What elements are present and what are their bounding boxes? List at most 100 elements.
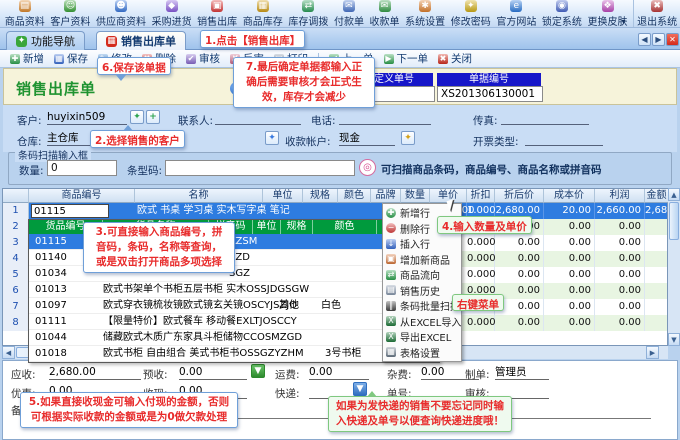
skin-icon: ❖ xyxy=(601,0,614,12)
menu-item-销售出库[interactable]: ▣ 销售出库 xyxy=(194,0,240,28)
barcode-search-icon[interactable]: ◎ xyxy=(359,159,376,176)
tab-close-icon[interactable]: ✕ xyxy=(666,33,679,46)
dropdown-color-cell: 白色 xyxy=(321,300,341,311)
grid-vscrollbar[interactable]: ▲ ▼ xyxy=(668,188,680,346)
tab-scroll-left-icon[interactable]: ◀ xyxy=(638,33,651,46)
summary-field-value[interactable]: 0.00 xyxy=(309,366,369,380)
customer-input[interactable]: huyixin509 xyxy=(47,111,127,125)
grid-column-header[interactable]: 单位 xyxy=(263,189,303,203)
account-search-icon[interactable]: ✦ xyxy=(265,131,279,145)
grid-column-header[interactable]: 折后价 xyxy=(495,189,544,203)
close-form-icon: ✖ xyxy=(438,53,448,64)
scroll-left-icon[interactable]: ◀ xyxy=(2,346,15,359)
grid-column-header[interactable]: 品牌 xyxy=(371,189,401,203)
grid-column-header[interactable]: 名称 xyxy=(135,189,263,203)
zero-cell: 0.00 xyxy=(595,299,645,315)
menu-item-收款单[interactable]: ✉ 收款单 xyxy=(367,0,403,28)
context-menu-item-商品流向[interactable]: ⇄ 商品流向 xyxy=(383,267,461,283)
menu-item-库存调拨[interactable]: ⇄ 库存调拨 xyxy=(286,0,332,28)
callout-step4: 4.输入数量及单价 xyxy=(437,216,532,234)
scroll-up-icon[interactable]: ▲ xyxy=(668,188,680,201)
dropdown-column-header: 颜色 xyxy=(313,220,377,234)
summary-field-value[interactable]: 管理员 xyxy=(495,366,549,380)
下一单-button[interactable]: ▶ 下一单 xyxy=(380,50,433,67)
tab-function-nav[interactable]: ✦ 功能导航 xyxy=(6,31,85,50)
barcode-qty-input[interactable]: 0 xyxy=(47,160,117,176)
dropdown-unit-cell: 其他 xyxy=(279,300,299,311)
menu-item-系统设置[interactable]: ✱ 系统设置 xyxy=(402,0,448,28)
grid-column-header[interactable]: 利润 xyxy=(595,189,645,203)
grid-column-header[interactable]: 颜色 xyxy=(338,189,371,203)
grid-column-header[interactable]: 折扣 xyxy=(467,189,495,203)
vscroll-thumb[interactable] xyxy=(669,202,679,240)
callout-step2: 2.选择销售的客户 xyxy=(90,125,185,148)
menu-item-官方网站[interactable]: e 官方网站 xyxy=(494,0,540,28)
header-field-input[interactable]: XS201306130001 xyxy=(437,86,543,102)
tab-scroll-right-icon[interactable]: ▶ xyxy=(652,33,665,46)
cash-picker-icon[interactable]: ✦ xyxy=(401,131,415,145)
transfer-icon: ⇄ xyxy=(302,0,315,12)
barcode-code-input[interactable] xyxy=(165,160,355,176)
grid-column-header[interactable]: 规格 xyxy=(303,189,338,203)
关闭-button[interactable]: ✖ 关闭 xyxy=(434,50,476,67)
save-icon: ▦ xyxy=(54,53,64,64)
grid-column-header[interactable] xyxy=(3,189,29,203)
summary-field-label: 制单: xyxy=(465,369,490,381)
context-menu-item-导出EXCEL[interactable]: X 导出EXCEL xyxy=(383,329,461,345)
grid-column-header[interactable]: 成本价 xyxy=(544,189,595,203)
menu-item-label: 采购进货 xyxy=(151,16,192,28)
保存-button[interactable]: ▦ 保存 xyxy=(50,50,92,67)
zero-cell: 0.00 xyxy=(544,219,595,235)
menu-item-更换皮肤[interactable]: ❖ 更换皮肤 ▾ xyxy=(585,0,631,28)
新增-button[interactable]: ✚ 新增 xyxy=(6,50,48,67)
customer-search-icon[interactable]: ✦ xyxy=(130,110,144,124)
menu-item-label: 官方网站 xyxy=(496,16,537,28)
审核-button[interactable]: ✔ 审核 xyxy=(182,50,224,67)
menu-item-商品库存[interactable]: ▦ 商品库存 xyxy=(240,0,286,28)
account-input[interactable]: 现金 xyxy=(339,132,395,146)
scroll-down-icon[interactable]: ▼ xyxy=(668,333,680,346)
menu-item-label: 库存调拨 xyxy=(288,16,329,28)
menu-item-锁定系统[interactable]: ◉ 锁定系统 xyxy=(539,0,585,28)
excel-export-icon: X xyxy=(386,331,396,342)
row-number: 8 xyxy=(3,315,29,331)
menu-item-退出系统[interactable]: ✖ 退出系统 xyxy=(633,0,680,28)
grid-column-header[interactable]: 商品编号 xyxy=(29,189,135,203)
sales-out-icon: ▣ xyxy=(211,0,224,12)
menu-item-label: 收款单 xyxy=(369,16,400,28)
grid-column-header[interactable]: 金额 xyxy=(645,189,669,203)
summary-field-value[interactable]: 0.00 xyxy=(179,366,247,380)
add-icon: ✚ xyxy=(10,53,20,64)
context-menu-item-从EXCEL导入[interactable]: X 从EXCEL导入 xyxy=(383,314,461,330)
menu-item-采购进货[interactable]: ◆ 采购进货 xyxy=(149,0,195,28)
dropdown-row[interactable]: 01111 【限量特价】欧式餐车 移动餐EXLTJOSCCY xyxy=(29,314,439,330)
invoice-type-input[interactable] xyxy=(525,132,603,146)
menu-item-商品资料[interactable]: ▤ 商品资料 xyxy=(2,0,48,28)
scroll-right-icon[interactable]: ▶ xyxy=(646,346,659,359)
dropdown-row[interactable]: 01097 欧式穿衣镜梳妆镜欧式镜玄关镜OSCYJSZJO 其他 白色 xyxy=(29,298,439,314)
excel-import-icon: X xyxy=(386,316,396,327)
context-menu-item-增加新商品[interactable]: ▣ 增加新商品 xyxy=(383,252,461,268)
menu-item-客户资料[interactable]: ☺ 客户资料 xyxy=(48,0,94,28)
contact-input[interactable] xyxy=(215,111,301,125)
context-menu-item-表格设置[interactable]: ▦ 表格设置 xyxy=(383,345,461,361)
summary-field-value[interactable]: 2,680.00 xyxy=(49,366,141,380)
phone-input[interactable] xyxy=(339,111,431,125)
context-menu-item-插入行[interactable]: ↓ 插入行 xyxy=(383,236,461,252)
menu-item-付款单[interactable]: ✉ 付款单 xyxy=(331,0,367,28)
context-menu-item-条码批量扫描[interactable]: ║ 条码批量扫描 xyxy=(383,298,461,314)
menu-item-修改密码[interactable]: ✦ 修改密码 xyxy=(448,0,494,28)
add-customer-icon[interactable]: + xyxy=(146,110,160,124)
fax-input[interactable] xyxy=(501,111,589,125)
context-menu-item-销售历史[interactable]: ▤ 销售历史 xyxy=(383,283,461,299)
dropdown-row[interactable]: 01013 欧式书架单个书柜五层书柜 实木OSSJDGSGW xyxy=(29,282,439,298)
table-row-selected[interactable]: 101115欧式 书桌 学习桌 实木写字桌 笔记12,680.001.0002,… xyxy=(3,203,669,219)
context-menu-label: 导出EXCEL xyxy=(400,333,452,345)
menu-item-供应商资料[interactable]: ☻ 供应商资料 xyxy=(93,0,149,28)
prepaid-picker-icon[interactable]: ▼ xyxy=(251,364,265,378)
tab-sales-outbound[interactable]: ▦ 销售出库单 xyxy=(96,31,186,50)
dropdown-row[interactable]: 01044 储藏欧式木质广东家具斗柜储物CCOSMZGD xyxy=(29,330,439,346)
grid-column-header[interactable]: 数量 xyxy=(401,189,430,203)
dropdown-row[interactable]: 01018 欧式书柜 自由组合 美式书柜书OSSGZYZHM 3号书柜 xyxy=(29,346,439,362)
product-code-editor[interactable]: 01115 xyxy=(31,204,109,218)
